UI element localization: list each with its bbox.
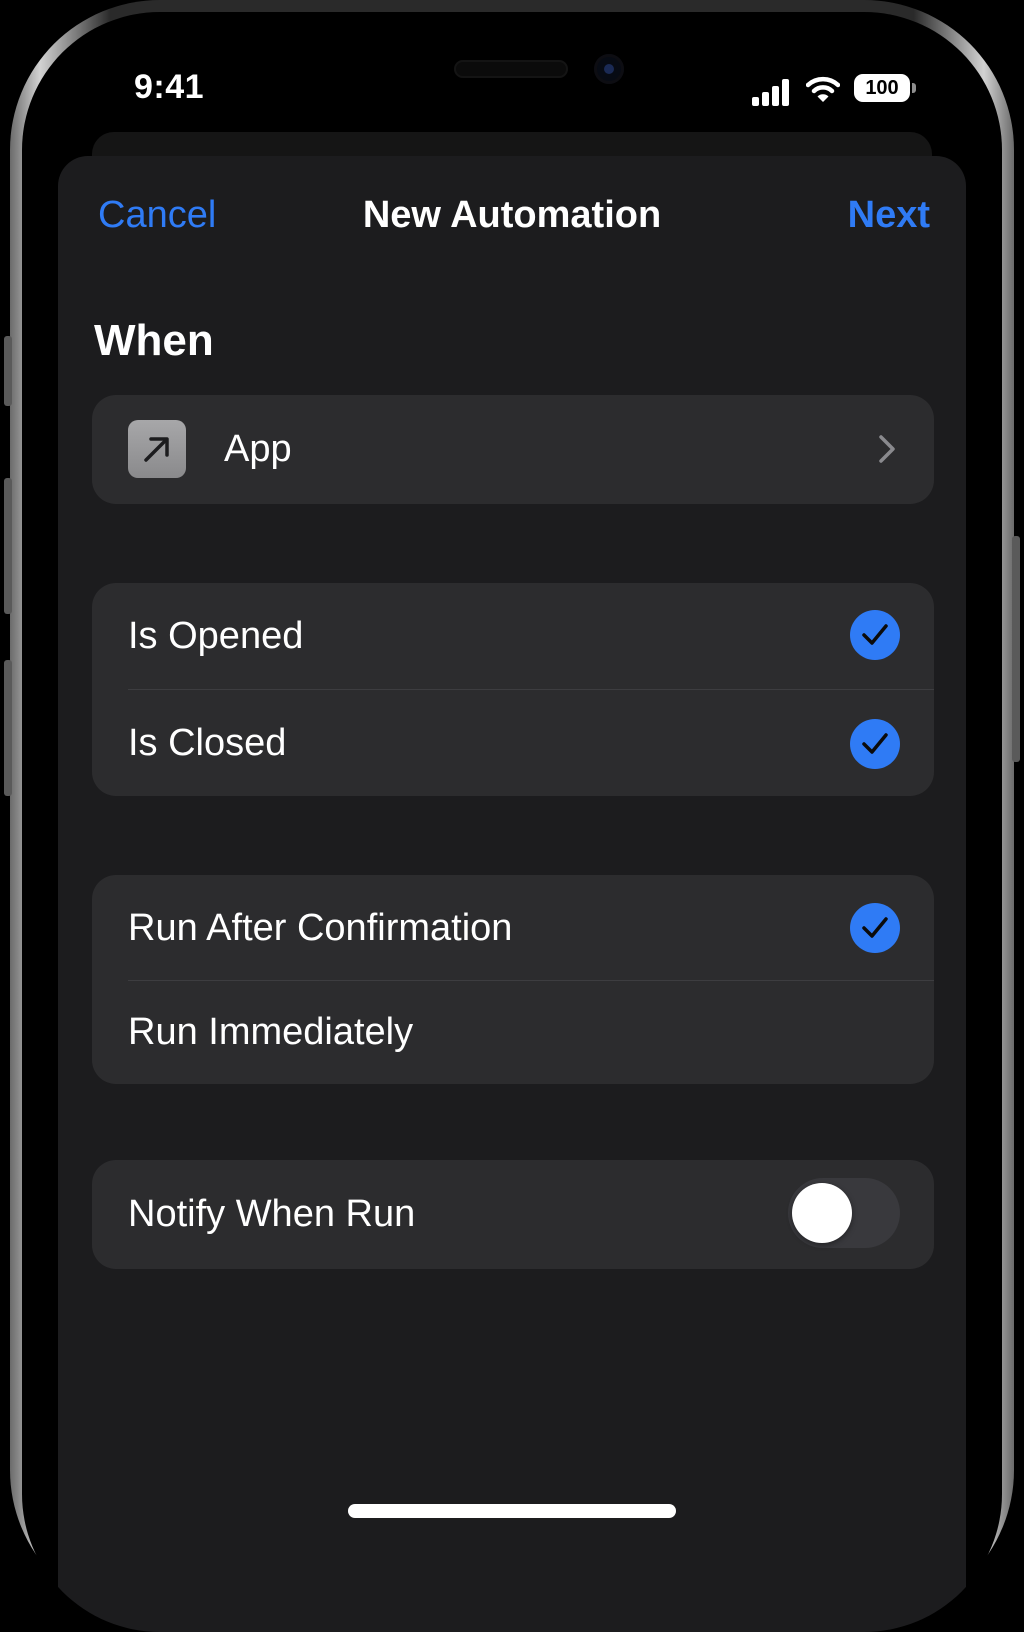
notify-card: Notify When Run xyxy=(92,1160,934,1269)
notify-row: Notify When Run xyxy=(92,1160,934,1269)
section-title-when: When xyxy=(94,316,214,365)
event-label: Is Closed xyxy=(128,722,287,764)
dynamic-island xyxy=(454,60,568,78)
action-button xyxy=(4,336,12,406)
cellular-signal-icon xyxy=(752,78,792,106)
run-options-card: Run After Confirmation Run Immediately xyxy=(92,875,934,1084)
battery-level: 100 xyxy=(865,77,899,99)
run-option-label: Run Immediately xyxy=(128,1011,414,1053)
power-button xyxy=(1012,536,1020,762)
checkmark-icon xyxy=(850,610,900,660)
checkmark-icon xyxy=(850,719,900,769)
events-card: Is Opened Is Closed xyxy=(92,583,934,796)
volume-up-button xyxy=(4,478,12,614)
event-row-is-opened[interactable]: Is Opened xyxy=(92,583,934,690)
trigger-label: App xyxy=(224,428,292,470)
status-bar: 9:41 100 xyxy=(22,12,1002,142)
notify-toggle[interactable] xyxy=(788,1178,900,1248)
volume-down-button xyxy=(4,660,12,796)
checkmark-icon xyxy=(850,903,900,953)
home-indicator[interactable] xyxy=(348,1504,676,1518)
status-time: 9:41 xyxy=(134,68,205,106)
new-automation-sheet: Cancel New Automation Next When App Is O… xyxy=(58,156,966,1632)
chevron-right-icon xyxy=(879,435,895,463)
trigger-row-app[interactable]: App xyxy=(92,395,934,504)
wifi-icon xyxy=(806,76,840,102)
run-option-row-immediately[interactable]: Run Immediately xyxy=(92,981,934,1084)
event-label: Is Opened xyxy=(128,615,304,657)
app-trigger-tile xyxy=(128,420,186,478)
trigger-card: App xyxy=(92,395,934,504)
notify-label: Notify When Run xyxy=(128,1193,416,1235)
event-row-is-closed[interactable]: Is Closed xyxy=(92,690,934,796)
screen: 9:41 100 Cancel New Automation Next When xyxy=(22,12,1002,1632)
front-camera xyxy=(594,54,624,84)
cancel-button[interactable]: Cancel xyxy=(98,194,216,237)
arrow-up-right-icon xyxy=(144,437,169,462)
run-option-row-after-confirmation[interactable]: Run After Confirmation xyxy=(92,875,934,981)
battery-tip xyxy=(912,83,916,93)
toggle-knob xyxy=(792,1183,852,1243)
run-option-label: Run After Confirmation xyxy=(128,906,513,949)
next-button[interactable]: Next xyxy=(848,194,930,237)
battery-icon: 100 xyxy=(854,74,910,102)
